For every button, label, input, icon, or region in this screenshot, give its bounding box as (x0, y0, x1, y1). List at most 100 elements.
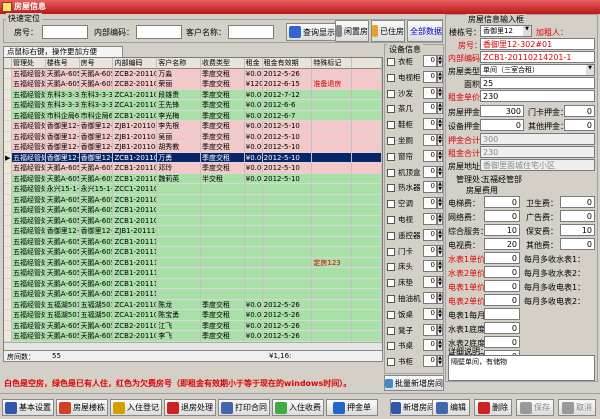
device-qty[interactable]: 0 (423, 165, 437, 178)
device-checkbox[interactable] (387, 58, 395, 66)
horizontal-scrollbar[interactable] (4, 342, 382, 350)
meter-input[interactable] (484, 252, 520, 264)
desc-textarea[interactable]: 隔壁单间，有储物 (448, 355, 595, 381)
table-row[interactable]: 五福经管处天鹅A-605室天鹅A-605室ZCB2-201103万淼季度交租¥0… (4, 68, 382, 79)
entry-room-input[interactable] (480, 38, 595, 50)
header-cell[interactable] (352, 58, 382, 69)
spin-icon[interactable]: ▲ ▼ (437, 165, 443, 178)
type-select[interactable]: 单间（三室合租） ▼ (480, 64, 595, 76)
rented-button[interactable]: 已住房 (371, 20, 405, 42)
building-select[interactable]: 香御里12 ▼ (480, 25, 532, 37)
spin-icon[interactable]: ▲ ▼ (437, 292, 443, 304)
device-checkbox[interactable] (387, 310, 395, 319)
spin-icon[interactable]: ▲ ▼ (437, 134, 443, 146)
device-checkbox[interactable] (387, 326, 395, 335)
address-input[interactable] (480, 159, 595, 171)
other-deposit-input[interactable] (564, 119, 595, 131)
device-qty[interactable]: 0 (423, 339, 437, 352)
device-qty[interactable]: 0 (423, 276, 437, 289)
entry-code-input[interactable] (480, 51, 595, 63)
table-row[interactable]: 五福经管处香御里12-302香御里12-302ZJB1-201103吴丽季度交租… (4, 131, 382, 142)
device-qty[interactable]: 0 (423, 244, 437, 257)
spin-icon[interactable]: ▲ ▼ (437, 260, 443, 273)
table-row[interactable]: 五福经管处天鹅A-605室天鹅A-605室ZCB1-201109 (4, 215, 382, 226)
meter-input[interactable] (484, 280, 520, 292)
device-checkbox[interactable] (387, 152, 395, 161)
meter-input[interactable] (484, 308, 520, 320)
device-qty[interactable]: 0 (423, 118, 437, 131)
table-row[interactable]: 五福经管处天鹅A-605室天鹅A-605室ZCB2-201106李飞季度交租¥0… (4, 331, 382, 342)
device-qty[interactable]: 0 (423, 228, 437, 241)
fee-input[interactable] (560, 238, 595, 250)
device-checkbox[interactable] (387, 358, 395, 367)
table-row[interactable]: 五福经管处东科3-3-302东科3-3-302ZCA1-201103段雄贵季度交… (4, 89, 382, 100)
fee-input[interactable] (484, 238, 520, 250)
table-row[interactable]: 五福经管处天鹅A-605室天鹅A-605室ZCB1-201112 (4, 247, 382, 258)
spin-icon[interactable]: ▲ ▼ (437, 244, 443, 257)
meter-input[interactable] (484, 266, 520, 278)
device-checkbox[interactable] (387, 184, 395, 193)
device-qty[interactable]: 0 (423, 197, 437, 210)
toolbar-button[interactable]: 押金单 (326, 399, 378, 416)
toolbar-button[interactable]: 打印合同 (218, 399, 270, 416)
toolbar-button[interactable]: 退房处理 (164, 399, 216, 416)
header-cell[interactable]: 租金有效期 (262, 58, 313, 69)
table-row[interactable]: 五福经管处五福湖501五福湖501ZCA1-201104陈龙季度交租¥0.002… (4, 299, 382, 310)
spin-icon[interactable]: ▲ ▼ (437, 339, 443, 352)
table-row[interactable]: 五福经管处五福湖501五福湖501ZCA1-201105陈宝勇季度交租¥0.00… (4, 310, 382, 321)
grid-tab[interactable]: 点鼠标右键，操作更加方便 (3, 46, 123, 57)
spin-icon[interactable]: ▲ ▼ (437, 70, 443, 83)
search-button[interactable]: 查询显示 (286, 23, 338, 41)
door-deposit-input[interactable] (564, 105, 595, 117)
toolbar-button[interactable]: 取消 (558, 399, 596, 416)
fee-input[interactable] (560, 224, 595, 236)
table-row[interactable]: 五福经管处天鹅A-605室天鹅A-605室ZCB1-201107 (4, 194, 382, 205)
toolbar-button[interactable]: 房屋楼栋 (56, 399, 108, 416)
spin-icon[interactable]: ▲ ▼ (437, 149, 443, 162)
device-qty[interactable]: 0 (423, 149, 437, 162)
table-row[interactable]: 五福经管处天鹅A-605室天鹅A-605室ZCB1-201115 (4, 278, 382, 289)
room-search-input[interactable] (42, 25, 88, 39)
header-cell[interactable]: 内部编码 (113, 58, 158, 69)
toolbar-button[interactable]: 编辑 (432, 399, 470, 416)
table-row[interactable]: ▶五福经管处香御里12-302香御里12-302ZCB1-201102万勇季度交… (4, 152, 382, 163)
vacant-button[interactable]: 闲置房 (335, 20, 369, 42)
spin-icon[interactable]: ▲ ▼ (437, 228, 443, 241)
device-checkbox[interactable] (387, 168, 395, 177)
header-cell[interactable]: 楼栋号 (45, 58, 80, 69)
table-row[interactable]: 五福经管处香御里12-302香御里12-302ZJB1-201104胡秀教季度交… (4, 142, 382, 153)
device-checkbox[interactable] (387, 231, 395, 240)
device-checkbox[interactable] (387, 137, 395, 145)
deposit-input[interactable] (480, 105, 524, 117)
toolbar-button[interactable]: 删除 (474, 399, 512, 416)
meter-input[interactable] (484, 322, 520, 334)
device-checkbox[interactable] (387, 263, 395, 272)
table-row[interactable]: 五福经管处天鹅A-605室天鹅A-605室ZCB1-201108 (4, 205, 382, 216)
device-qty[interactable]: 0 (423, 134, 437, 146)
device-qty[interactable]: 0 (423, 70, 437, 83)
tenant-search-input[interactable] (228, 25, 274, 39)
batch-add-button[interactable]: 批量新增房间 (384, 375, 444, 391)
spin-icon[interactable]: ▲ ▼ (437, 213, 443, 225)
header-cell[interactable]: 房号 (79, 58, 114, 69)
table-row[interactable]: 五福经管处天鹅A-605室天鹅A-605室ZCB1-201105魏莉英半交租¥0… (4, 173, 382, 184)
meter-input[interactable] (484, 294, 520, 306)
table-row[interactable]: 五福经管处香御里12-302香御里12-302ZJB1-201102李先根季度交… (4, 121, 382, 132)
device-checkbox[interactable] (387, 121, 395, 130)
area-input[interactable] (480, 77, 595, 89)
spin-icon[interactable]: ▲ ▼ (437, 197, 443, 210)
device-qty[interactable]: 0 (423, 292, 437, 304)
fee-input[interactable] (484, 224, 520, 236)
equip-deposit-input[interactable] (480, 119, 524, 131)
table-row[interactable]: 五福经管处东科3-3-302东科3-3-302ZCA1-201102王先锋季度交… (4, 100, 382, 111)
table-row[interactable]: 五福经管处天鹅A-605室天鹅A-605室ZCB1-201116 (4, 289, 382, 300)
rent-price-input[interactable] (480, 90, 595, 102)
device-qty[interactable]: 0 (423, 323, 437, 336)
device-checkbox[interactable] (387, 279, 395, 288)
header-cell[interactable]: 管理处 (11, 58, 46, 69)
table-row[interactable]: 五福经管处市科企局6市科企局6ZCB1-201103李光梅季度交租¥0.0020… (4, 110, 382, 121)
header-cell[interactable] (4, 58, 12, 69)
header-cell[interactable]: 租金 (244, 58, 263, 69)
table-row[interactable]: 五福经管处天鹅A-605室天鹅A-605室ZCB2-201101荣丽季度交租¥1… (4, 79, 382, 90)
table-row[interactable]: 五福经管处天鹅A-605室天鹅A-605室ZCB1-201113定房123 (4, 257, 382, 268)
